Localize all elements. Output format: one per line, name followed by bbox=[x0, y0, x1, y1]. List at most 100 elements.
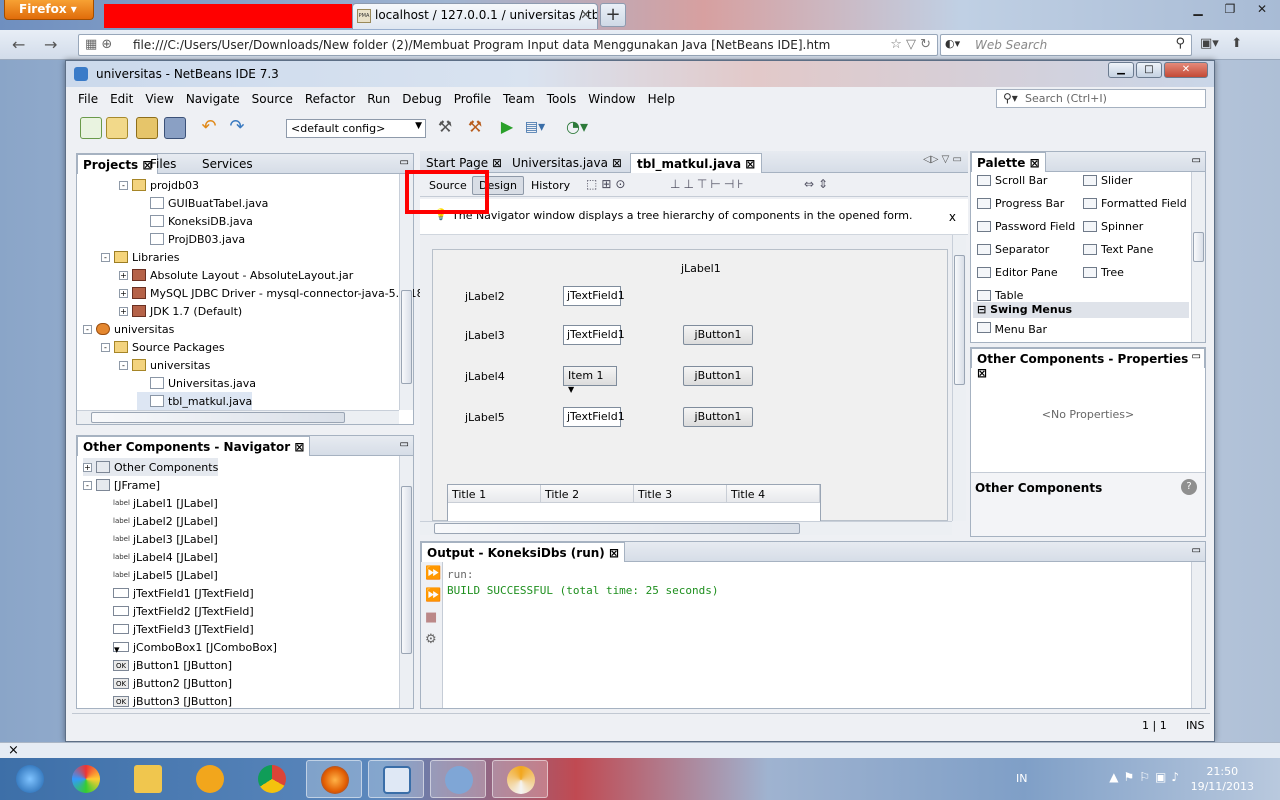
tab-services[interactable]: Services bbox=[197, 154, 258, 174]
close-icon[interactable]: ⊠ bbox=[745, 157, 755, 171]
nb-close-icon[interactable]: ✕ bbox=[1164, 62, 1208, 78]
firefox-menu-button[interactable]: Firefox ▾ bbox=[4, 0, 94, 20]
menu-run[interactable]: Run bbox=[361, 89, 396, 111]
palette-item-menu-bar[interactable]: Menu Bar bbox=[977, 322, 1047, 334]
tree-item[interactable]: - Libraries bbox=[101, 248, 180, 266]
collapse-icon[interactable]: - bbox=[83, 324, 92, 334]
navigator-item[interactable]: label jLabel1 [JLabel] bbox=[113, 494, 218, 512]
design-vscroll[interactable] bbox=[952, 235, 966, 521]
redo-icon[interactable]: ↷ bbox=[226, 117, 248, 139]
close-icon[interactable]: ⊠ bbox=[612, 156, 622, 170]
tab-tbl-matkul[interactable]: tbl_matkul.java ⊠ bbox=[630, 153, 763, 173]
redacted-tab[interactable] bbox=[104, 4, 352, 28]
navigator-item[interactable]: - [JFrame] bbox=[83, 476, 160, 494]
tab-properties[interactable]: Other Components - Properties ⊠ bbox=[971, 348, 1205, 380]
form-jbutton2[interactable]: jButton1 bbox=[683, 366, 753, 386]
collapse-icon[interactable]: - bbox=[101, 342, 110, 352]
navigator-item[interactable]: OK jButton2 [JButton] bbox=[113, 674, 232, 692]
palette-item-spinner[interactable]: Spinner bbox=[1083, 220, 1143, 233]
navigator-item[interactable]: jTextField2 [JTextField] bbox=[113, 602, 254, 620]
clock[interactable]: 21:50 19/11/2013 bbox=[1191, 764, 1254, 794]
menu-edit[interactable]: Edit bbox=[104, 89, 139, 111]
close-icon[interactable]: x bbox=[949, 210, 956, 224]
close-icon[interactable]: × bbox=[8, 743, 19, 758]
scroll-thumb[interactable] bbox=[91, 412, 345, 423]
collapse-icon[interactable]: - bbox=[83, 480, 92, 490]
bookmark-star-icon[interactable]: ☆ ▽ ↻ bbox=[890, 37, 931, 52]
web-search-input[interactable]: ◐▾ Web Search ⚲ bbox=[940, 34, 1192, 56]
ide-search-input[interactable]: ⚲▾ Search (Ctrl+I) bbox=[996, 89, 1206, 108]
tab-nav-icon[interactable]: ◁▷ ▽ ▭ bbox=[923, 154, 962, 165]
menu-refactor[interactable]: Refactor bbox=[299, 89, 361, 111]
minimize-panel-icon[interactable]: ▭ bbox=[1192, 545, 1201, 556]
palette-item-slider[interactable]: Slider bbox=[1083, 174, 1132, 187]
selection-mode-icon[interactable]: ⬚⊞⊙ bbox=[586, 177, 629, 191]
open-project-icon[interactable] bbox=[136, 117, 158, 139]
tab-files[interactable]: Files bbox=[145, 154, 181, 174]
palette-vscroll[interactable] bbox=[1191, 172, 1205, 342]
tree-item[interactable]: Universitas.java bbox=[137, 374, 256, 392]
form-jbutton1[interactable]: jButton1 bbox=[683, 325, 753, 345]
history-view-button[interactable]: History bbox=[524, 176, 577, 195]
stop-icon[interactable]: ■ bbox=[425, 610, 437, 625]
forward-icon[interactable]: → bbox=[44, 35, 57, 54]
save-all-icon[interactable] bbox=[164, 117, 186, 139]
debug-icon[interactable]: ▤▾ bbox=[524, 117, 546, 139]
scroll-thumb[interactable] bbox=[401, 486, 412, 654]
expand-icon[interactable]: + bbox=[119, 306, 128, 316]
scroll-thumb[interactable] bbox=[401, 290, 412, 384]
scroll-thumb[interactable] bbox=[954, 255, 965, 385]
tree-item[interactable]: - projdb03 bbox=[119, 176, 199, 194]
menu-file[interactable]: File bbox=[72, 89, 104, 111]
profile-icon[interactable]: ◔▾ bbox=[566, 117, 588, 139]
menu-source[interactable]: Source bbox=[246, 89, 299, 111]
settings-icon[interactable]: ⚙ bbox=[425, 632, 437, 647]
taskbar-avast-icon[interactable] bbox=[182, 760, 238, 798]
taskbar-explorer-icon[interactable] bbox=[120, 760, 176, 798]
navigator-item[interactable]: OK jButton3 [JButton] bbox=[113, 692, 232, 710]
menu-profile[interactable]: Profile bbox=[448, 89, 497, 111]
navigator-item[interactable]: jTextField1 [JTextField] bbox=[113, 584, 254, 602]
taskbar-netbeans-icon[interactable] bbox=[492, 760, 548, 798]
new-tab-button[interactable]: + bbox=[600, 3, 626, 27]
bookmarks-menu-icon[interactable]: ▣▾ ⬆ bbox=[1200, 36, 1242, 51]
palette-item-table[interactable]: Table bbox=[977, 289, 1023, 302]
design-hscroll[interactable] bbox=[420, 521, 952, 535]
form-jlabel5[interactable]: jLabel5 bbox=[465, 411, 505, 424]
navigator-item[interactable]: + Other Components bbox=[83, 458, 219, 476]
search-engine-icon[interactable]: ◐▾ bbox=[945, 37, 960, 50]
expand-icon[interactable]: + bbox=[83, 462, 92, 472]
search-icon[interactable]: ⚲ bbox=[1175, 36, 1185, 51]
navigator-item[interactable]: label jLabel5 [JLabel] bbox=[113, 566, 218, 584]
palette-item-formatted-field[interactable]: Formatted Field bbox=[1083, 197, 1187, 210]
close-icon[interactable]: ⊠ bbox=[492, 156, 502, 170]
taskbar-firefox-icon[interactable] bbox=[306, 760, 362, 798]
taskbar-paint-icon[interactable] bbox=[58, 760, 114, 798]
output-vscroll[interactable] bbox=[1191, 562, 1205, 708]
tree-item[interactable]: GUIBuatTabel.java bbox=[137, 194, 268, 212]
language-indicator[interactable]: IN bbox=[1016, 772, 1027, 785]
expand-icon[interactable]: + bbox=[119, 270, 128, 280]
form-jtable[interactable]: Title 1 Title 2 Title 3 Title 4 bbox=[447, 484, 821, 522]
jframe-form[interactable]: jLabel1 jLabel2 jLabel3 jLabel4 jLabel5 … bbox=[432, 249, 948, 522]
nb-minimize-icon[interactable]: ▁ bbox=[1108, 62, 1134, 78]
help-icon[interactable]: ? bbox=[1181, 479, 1197, 495]
close-icon[interactable]: ⊠ bbox=[1030, 156, 1040, 170]
palette-item-text-pane[interactable]: Text Pane bbox=[1083, 243, 1153, 256]
menu-navigate[interactable]: Navigate bbox=[180, 89, 246, 111]
tree-item[interactable]: KoneksiDB.java bbox=[137, 212, 253, 230]
navigator-item[interactable]: jTextField3 [JTextField] bbox=[113, 620, 254, 638]
start-button[interactable] bbox=[2, 760, 58, 798]
navigator-item[interactable]: ▾ jComboBox1 [JComboBox] bbox=[113, 638, 277, 656]
table-header[interactable]: Title 4 bbox=[727, 485, 820, 503]
navigator-vscroll[interactable] bbox=[399, 456, 413, 708]
form-jlabel4[interactable]: jLabel4 bbox=[465, 370, 505, 383]
minimize-panel-icon[interactable]: ▭ bbox=[1192, 351, 1201, 362]
menu-tools[interactable]: Tools bbox=[541, 89, 583, 111]
tree-item[interactable]: + MySQL JDBC Driver - mysql-connector-jav… bbox=[119, 284, 424, 302]
menu-debug[interactable]: Debug bbox=[396, 89, 447, 111]
page-info-icon[interactable]: ▦ ⊕ bbox=[85, 37, 112, 52]
taskbar-mysql-icon[interactable] bbox=[430, 760, 486, 798]
navigator-item[interactable]: label jLabel3 [JLabel] bbox=[113, 530, 218, 548]
form-jlabel3[interactable]: jLabel3 bbox=[465, 329, 505, 342]
